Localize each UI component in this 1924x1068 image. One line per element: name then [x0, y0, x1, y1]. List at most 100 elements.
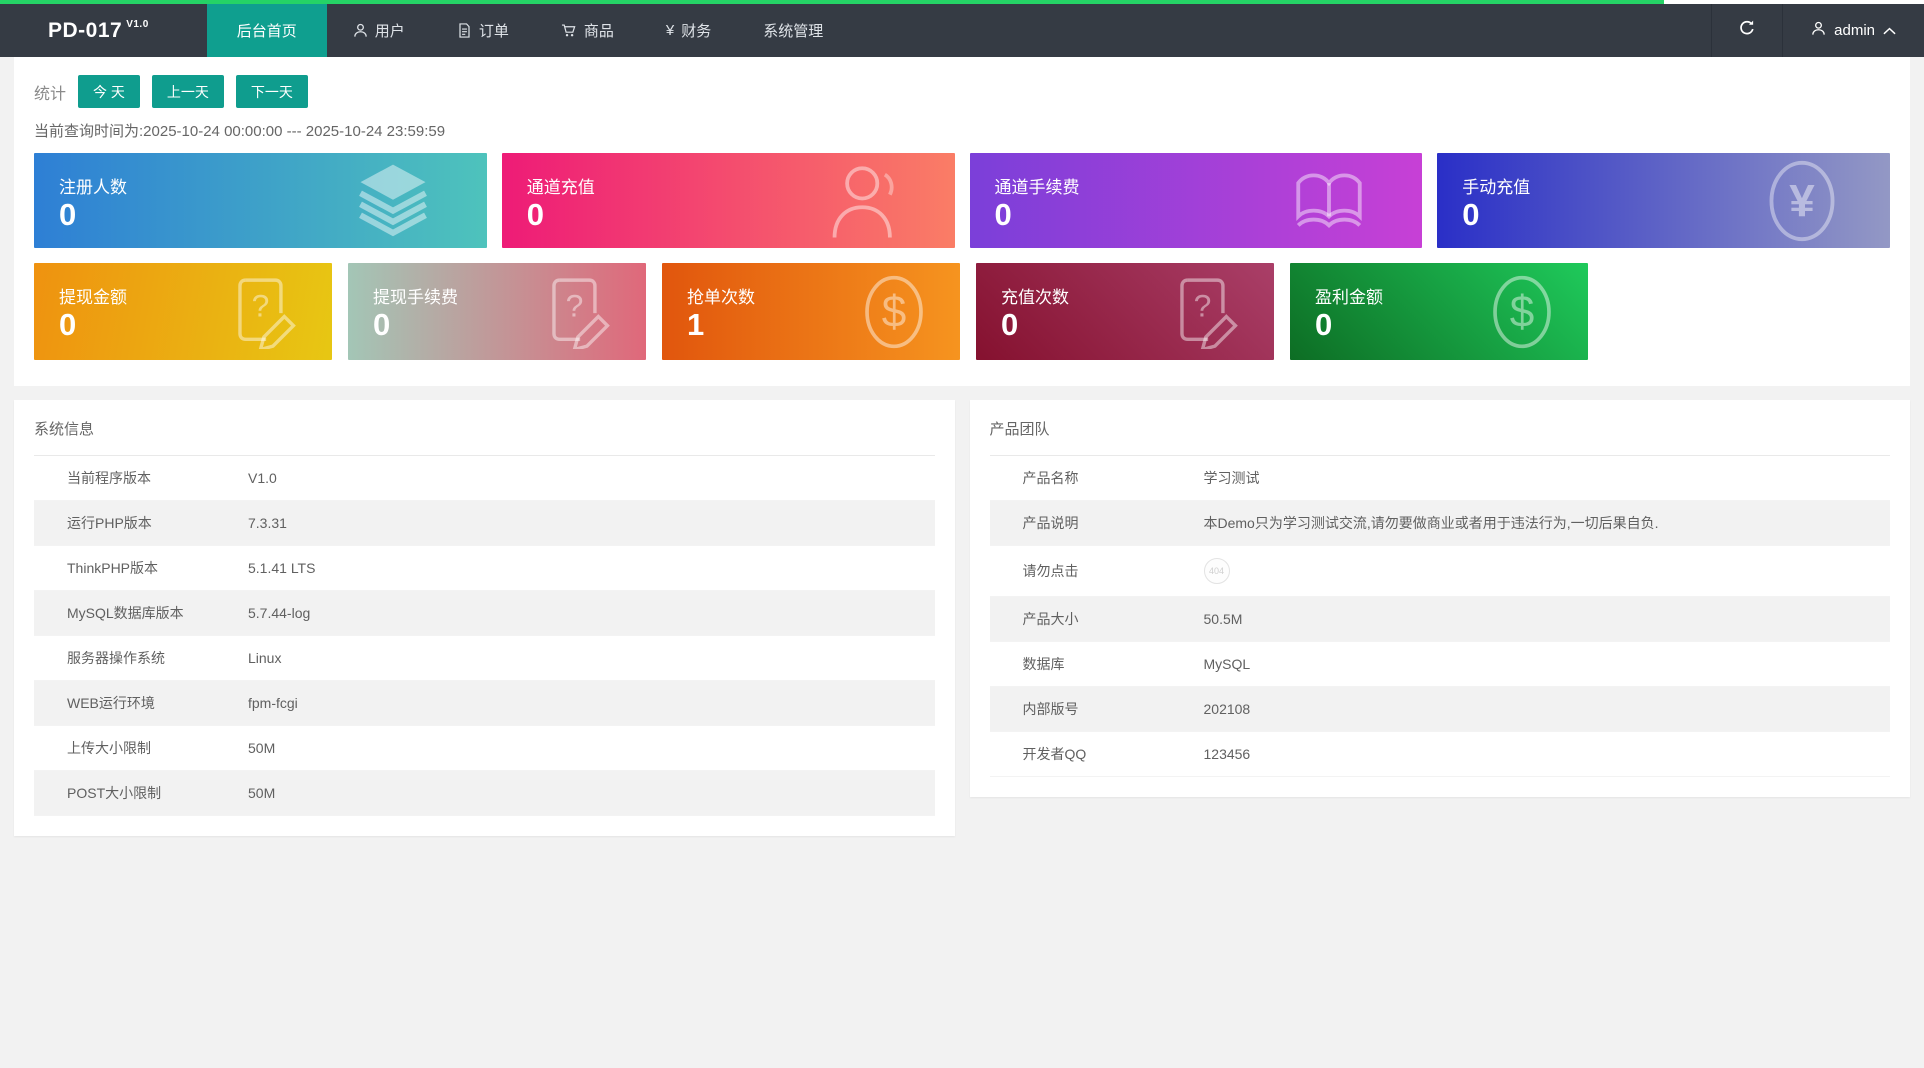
user-icon: [1811, 21, 1826, 40]
row-label: ThinkPHP版本: [67, 560, 159, 576]
stat-card-value: 0: [373, 307, 391, 342]
table-row: MySQL数据库版本 5.7.44-log: [34, 590, 935, 636]
cart-icon: [561, 23, 577, 38]
stat-card-value: 0: [1001, 307, 1019, 342]
row-value: 50M: [248, 740, 276, 756]
brand-logo[interactable]: PD-017 V1.0: [0, 4, 207, 57]
row-value: Linux: [248, 650, 282, 666]
query-time-text: 当前查询时间为:2025-10-24 00:00:00 --- 2025-10-…: [34, 123, 446, 140]
stat-card-withdraw-fee: 提现手续费 0 ?: [348, 263, 646, 360]
layers-icon: [351, 162, 435, 240]
row-label: 服务器操作系统: [67, 650, 165, 666]
stat-card-withdraw-amount: 提现金额 0 ?: [34, 263, 332, 360]
svg-text:$: $: [882, 287, 907, 336]
row-value: 50.5M: [1203, 611, 1243, 627]
dollar-circle-icon: $: [1490, 274, 1554, 350]
row-label: 产品说明: [1022, 515, 1079, 531]
stat-card-channel-recharge: 通道充值 0: [501, 153, 955, 248]
stat-card-grab-orders: 抢单次数 1 $: [662, 263, 960, 360]
username: admin: [1834, 22, 1875, 39]
row-value: fpm-fcgi: [248, 695, 298, 711]
product-team-panel: 产品团队 产品名称 学习测试 产品说明 本Demo只为学习测试交流,请勿要做商业…: [969, 400, 1910, 797]
stat-card-channel-fee: 通道手续费 0: [969, 153, 1423, 248]
stat-card-value: 0: [994, 197, 1012, 232]
book-icon: [1288, 162, 1370, 240]
nav-item-users[interactable]: 用户: [327, 4, 431, 57]
svg-text:?: ?: [1194, 287, 1212, 323]
stat-card-profit-amount: 盈利金额 0 $: [1290, 263, 1588, 360]
row-label: POST大小限制: [67, 785, 162, 801]
system-info-table: 当前程序版本 V1.0 运行PHP版本 7.3.31 ThinkPHP版本 5.…: [34, 455, 935, 816]
stat-card-label: 提现手续费: [373, 288, 458, 307]
stat-card-value: 0: [1315, 307, 1333, 342]
panel-title: 产品团队: [989, 421, 1050, 438]
nav-item-home[interactable]: 后台首页: [206, 4, 327, 57]
row-label: 运行PHP版本: [67, 515, 152, 531]
stat-card-label: 抢单次数: [687, 288, 755, 307]
row-value: 5.1.41 LTS: [248, 560, 316, 576]
stat-card-label: 盈利金额: [1315, 288, 1383, 307]
row-label: 产品大小: [1022, 611, 1079, 627]
table-row: WEB运行环境 fpm-fcgi: [34, 680, 935, 726]
row-value: 7.3.31: [248, 515, 287, 531]
stat-card-label: 通道充值: [526, 178, 595, 197]
row-label: MySQL数据库版本: [67, 605, 184, 621]
chevron-up-icon: [1883, 22, 1896, 39]
panel-title: 系统信息: [34, 421, 95, 438]
nav-item-finance[interactable]: ¥ 财务: [640, 4, 737, 57]
nav-item-system[interactable]: 系统管理: [737, 4, 849, 57]
brand-text: PD-017: [48, 18, 123, 42]
stat-card-value: 0: [1462, 197, 1480, 232]
table-row: 上传大小限制 50M: [34, 726, 935, 771]
row-label: 当前程序版本: [67, 470, 151, 486]
svg-text:¥: ¥: [1789, 175, 1815, 226]
row-label: 请勿点击: [1022, 563, 1079, 579]
nav-item-products[interactable]: 商品: [535, 4, 640, 57]
edit-doc-icon: ?: [546, 275, 612, 349]
table-row: 当前程序版本 V1.0: [34, 456, 935, 501]
nav-item-label: 订单: [478, 23, 509, 40]
nav-item-orders[interactable]: 订单: [431, 4, 535, 57]
row-value: 50M: [248, 785, 276, 801]
row-label: 数据库: [1022, 656, 1065, 672]
row-value: 404: [1203, 546, 1891, 597]
top-navbar: PD-017 V1.0 后台首页 用户 订单 商品 ¥ 财务 系统管理 admi…: [0, 4, 1924, 57]
system-info-panel: 系统信息 当前程序版本 V1.0 运行PHP版本 7.3.31 ThinkPHP…: [14, 400, 955, 836]
broken-image-404-badge[interactable]: 404: [1203, 558, 1230, 584]
next-day-button[interactable]: 下一天: [235, 75, 308, 108]
svg-text:?: ?: [252, 287, 270, 323]
product-team-table: 产品名称 学习测试 产品说明 本Demo只为学习测试交流,请勿要做商业或者用于违…: [989, 455, 1891, 777]
table-row: 产品说明 本Demo只为学习测试交流,请勿要做商业或者用于违法行为,一切后果自负…: [989, 500, 1890, 546]
user-icon: [829, 162, 903, 240]
svg-text:$: $: [1510, 287, 1535, 336]
today-button[interactable]: 今 天: [78, 75, 140, 108]
yen-icon: ¥: [665, 22, 675, 39]
row-value: 5.7.44-log: [248, 605, 311, 621]
user-menu[interactable]: admin: [1782, 4, 1924, 57]
yen-circle-icon: ¥: [1766, 159, 1838, 243]
table-row: 请勿点击 404: [989, 546, 1891, 597]
stat-cards-row-1: 注册人数 0 通道充值 0 通道手续费 0 手动充值 0 ¥: [34, 153, 1890, 248]
stat-card-value: 0: [59, 197, 77, 232]
stat-card-registered-users: 注册人数 0: [34, 153, 487, 248]
table-row: POST大小限制 50M: [34, 770, 935, 816]
row-label: WEB运行环境: [67, 695, 155, 711]
table-row: 产品名称 学习测试: [989, 456, 1890, 501]
stat-card-manual-recharge: 手动充值 0 ¥: [1437, 153, 1890, 248]
refresh-icon: [1738, 19, 1756, 42]
stat-card-value: 0: [59, 307, 77, 342]
nav-item-label: 系统管理: [763, 23, 824, 40]
row-label: 上传大小限制: [67, 740, 151, 756]
stat-card-label: 提现金额: [59, 288, 127, 307]
row-value: MySQL: [1203, 656, 1251, 672]
stat-card-recharge-count: 充值次数 0 ?: [976, 263, 1274, 360]
stat-card-label: 充值次数: [1001, 288, 1069, 307]
row-label: 开发者QQ: [1022, 746, 1087, 762]
table-row: 运行PHP版本 7.3.31: [34, 500, 935, 546]
stat-card-value: 0: [526, 197, 544, 232]
nav-item-label: 财务: [681, 23, 712, 40]
refresh-button[interactable]: [1711, 4, 1782, 57]
previous-day-button[interactable]: 上一天: [151, 75, 224, 108]
stat-card-label: 注册人数: [59, 178, 127, 197]
dollar-circle-icon: $: [862, 274, 926, 350]
